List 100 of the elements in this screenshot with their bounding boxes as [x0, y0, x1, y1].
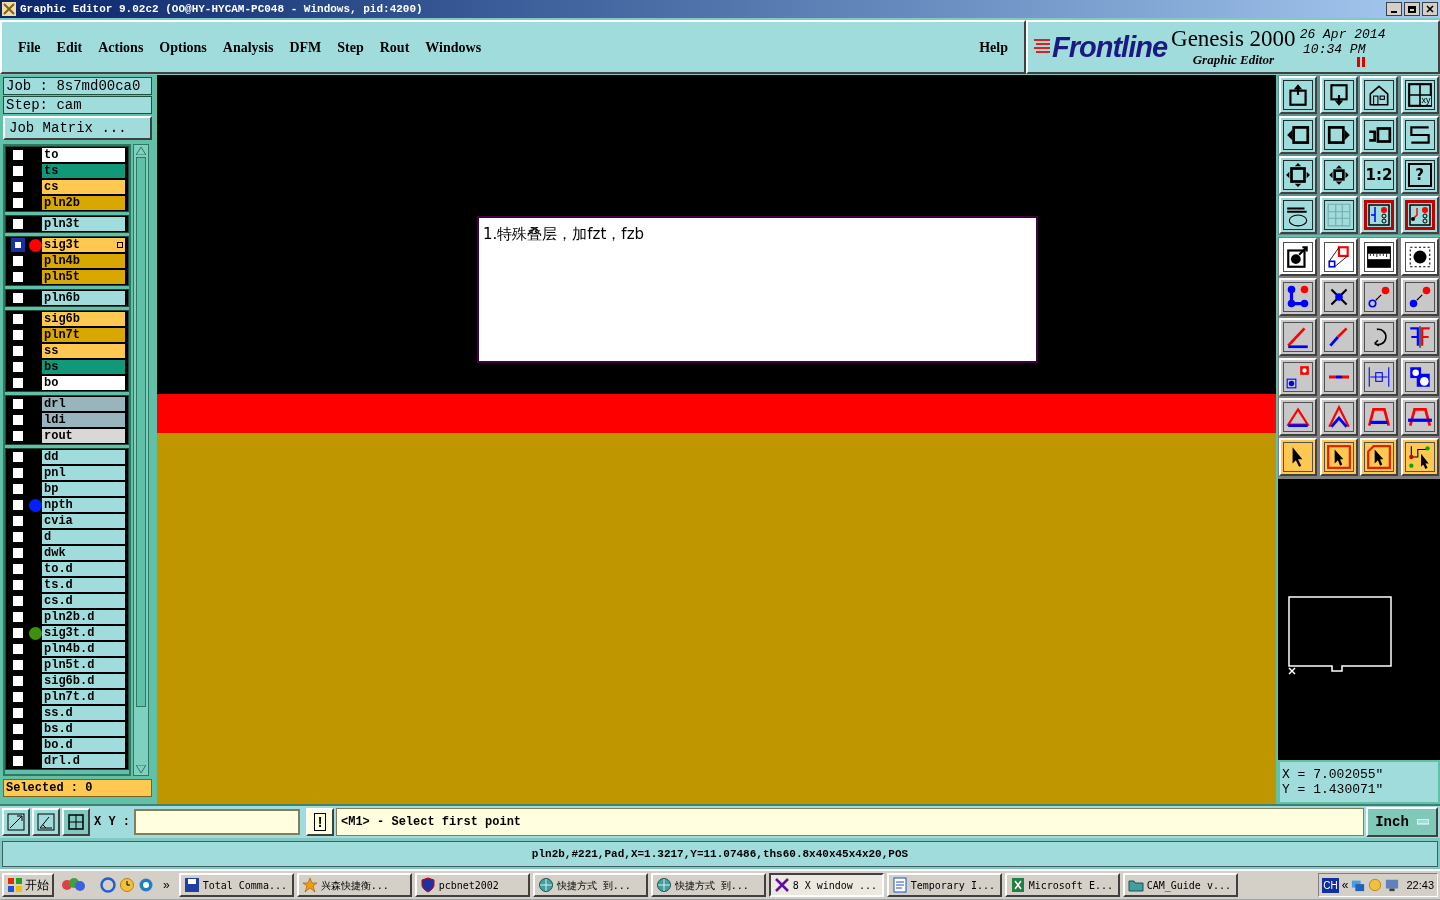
- edit-tool-button[interactable]: [1360, 358, 1398, 396]
- view-tool-button[interactable]: [1279, 116, 1317, 154]
- edit-tool-button[interactable]: [1319, 278, 1358, 316]
- layer-checkbox[interactable]: [11, 397, 25, 411]
- edit-tool-button[interactable]: [1400, 238, 1439, 276]
- layer-checkbox[interactable]: [11, 270, 25, 284]
- layer-name[interactable]: bo: [42, 376, 125, 390]
- edit-tool-button[interactable]: [1360, 238, 1398, 276]
- layer-name[interactable]: pln7t: [42, 328, 125, 342]
- edit-tool-button[interactable]: [1319, 318, 1358, 356]
- layer-name[interactable]: ts: [42, 164, 125, 178]
- layer-name[interactable]: sig6b: [42, 312, 125, 326]
- layer-checkbox[interactable]: [11, 514, 25, 528]
- menu-item[interactable]: DFM: [285, 36, 326, 58]
- layer-name[interactable]: pln4b: [42, 254, 125, 268]
- view-tool-button[interactable]: [1319, 116, 1358, 154]
- layer-name[interactable]: cvia: [42, 514, 125, 528]
- layer-checkbox[interactable]: [11, 180, 25, 194]
- scrollbar[interactable]: [133, 144, 149, 776]
- menu-item[interactable]: Windows: [421, 36, 486, 58]
- layer-name[interactable]: bo.d: [42, 738, 125, 752]
- layer-name[interactable]: pln5t: [42, 270, 125, 284]
- overflow-button[interactable]: »: [157, 876, 176, 894]
- layer-checkbox[interactable]: [11, 706, 25, 720]
- layer-checkbox[interactable]: [11, 610, 25, 624]
- edit-tool-button[interactable]: [1319, 438, 1358, 476]
- layer-checkbox[interactable]: [11, 291, 25, 305]
- layer-name[interactable]: drl.d: [42, 754, 125, 768]
- edit-tool-button[interactable]: [1400, 318, 1439, 356]
- menu-item[interactable]: File: [14, 36, 45, 58]
- layer-checkbox[interactable]: [11, 578, 25, 592]
- edit-tool-button[interactable]: [1279, 278, 1317, 316]
- layer-name[interactable]: npth: [42, 498, 125, 512]
- edit-tool-button[interactable]: [1319, 238, 1358, 276]
- layer-checkbox[interactable]: [11, 642, 25, 656]
- view-tool-button[interactable]: [1400, 116, 1439, 154]
- job-matrix-button[interactable]: Job Matrix ...: [3, 116, 152, 140]
- layer-checkbox[interactable]: [11, 328, 25, 342]
- help-menu[interactable]: Help: [975, 36, 1012, 58]
- layer-checkbox[interactable]: [11, 312, 25, 326]
- layer-name[interactable]: pnl: [42, 466, 125, 480]
- command-tool-button[interactable]: [32, 808, 60, 836]
- close-button[interactable]: [1422, 2, 1438, 16]
- layer-name[interactable]: sig6b.d: [42, 674, 125, 688]
- layer-name[interactable]: pln6b: [42, 291, 125, 305]
- edit-tool-button[interactable]: [1360, 398, 1398, 436]
- layer-checkbox[interactable]: [11, 360, 25, 374]
- layer-name[interactable]: ss.d: [42, 706, 125, 720]
- layer-checkbox[interactable]: [11, 674, 25, 688]
- edit-tool-button[interactable]: [1279, 438, 1317, 476]
- edit-tool-button[interactable]: [1279, 398, 1317, 436]
- layer-name[interactable]: rout: [42, 429, 125, 443]
- edit-tool-button[interactable]: [1279, 238, 1317, 276]
- edit-tool-button[interactable]: [1360, 438, 1398, 476]
- edit-tool-button[interactable]: [1360, 318, 1398, 356]
- view-tool-button[interactable]: [1360, 76, 1398, 114]
- layer-checkbox[interactable]: [11, 344, 25, 358]
- layer-checkbox[interactable]: [11, 466, 25, 480]
- layer-name[interactable]: d: [42, 530, 125, 544]
- drawing-canvas[interactable]: 1.特殊叠层，加fzt，fzb: [157, 75, 1276, 804]
- edit-tool-button[interactable]: [1400, 278, 1439, 316]
- layer-checkbox[interactable]: [11, 148, 25, 162]
- layer-name[interactable]: ldi: [42, 413, 125, 427]
- layer-name[interactable]: to: [42, 148, 125, 162]
- layer-name[interactable]: bs.d: [42, 722, 125, 736]
- view-tool-button[interactable]: [1319, 196, 1358, 234]
- edit-tool-button[interactable]: [1400, 398, 1439, 436]
- layer-name[interactable]: to.d: [42, 562, 125, 576]
- menu-item[interactable]: Analysis: [218, 36, 278, 58]
- restore-button[interactable]: [1404, 2, 1420, 16]
- edit-tool-button[interactable]: [1319, 358, 1358, 396]
- layer-checkbox[interactable]: [11, 217, 25, 231]
- prompt-button[interactable]: !: [306, 808, 334, 836]
- menu-item[interactable]: Actions: [94, 36, 148, 58]
- layer-name[interactable]: dwk: [42, 546, 125, 560]
- layer-name[interactable]: pln2b.d: [42, 610, 125, 624]
- taskbar-button[interactable]: CAM_Guide v...: [1122, 873, 1238, 897]
- layer-name[interactable]: cs.d: [42, 594, 125, 608]
- taskbar-button[interactable]: 快捷方式 到...: [650, 873, 766, 897]
- layer-checkbox[interactable]: [11, 429, 25, 443]
- layer-checkbox[interactable]: [11, 562, 25, 576]
- layer-name[interactable]: ss: [42, 344, 125, 358]
- layer-checkbox[interactable]: [11, 594, 25, 608]
- view-tool-button[interactable]: [1279, 76, 1317, 114]
- edit-tool-button[interactable]: [1400, 358, 1439, 396]
- view-tool-button[interactable]: [1360, 196, 1398, 234]
- taskbar-button[interactable]: 快捷方式 到...: [532, 873, 648, 897]
- menu-item[interactable]: Step: [333, 36, 368, 58]
- view-tool-button[interactable]: [1400, 196, 1439, 234]
- edit-tool-button[interactable]: [1279, 318, 1317, 356]
- taskbar-button[interactable]: Total Comma...: [178, 873, 294, 897]
- layer-name[interactable]: cs: [42, 180, 125, 194]
- layer-checkbox[interactable]: [11, 658, 25, 672]
- menu-item[interactable]: Edit: [52, 36, 87, 58]
- layer-checkbox[interactable]: [11, 254, 25, 268]
- taskbar-button[interactable]: 8 X window ...: [768, 873, 884, 897]
- layer-checkbox[interactable]: [11, 413, 25, 427]
- xy-input-field[interactable]: [134, 809, 300, 835]
- view-tool-button[interactable]: 1:2: [1360, 156, 1398, 194]
- layer-checkbox[interactable]: [11, 238, 25, 252]
